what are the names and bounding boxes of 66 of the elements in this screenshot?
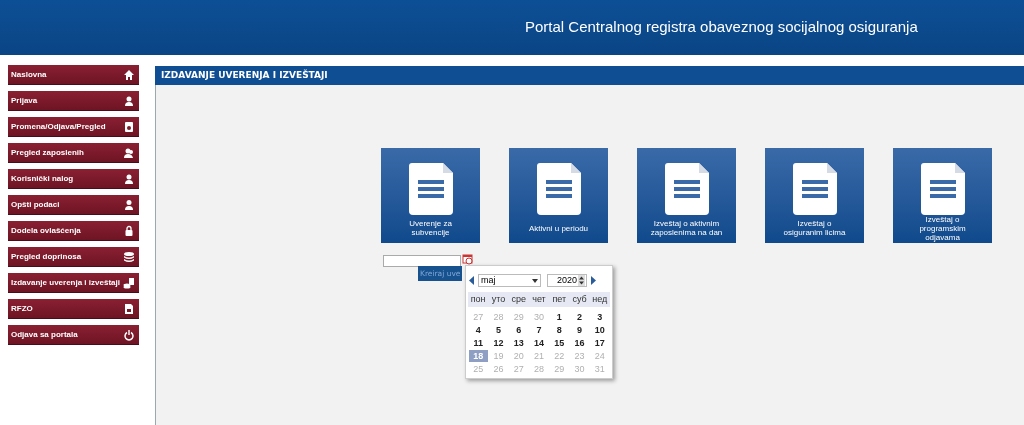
sidebar-item[interactable]: Promena/Odjava/Pregled: [8, 117, 139, 137]
tile-label: Izveštaj o aktivnim zaposlenima na dan: [649, 219, 724, 237]
calendar-day[interactable]: 3: [590, 311, 610, 323]
calendar-day: 30: [570, 363, 590, 375]
calendar-day: 30: [529, 311, 549, 323]
tile-label: Uverenje za subvencije: [408, 219, 453, 237]
calendar-day: 25: [468, 363, 488, 375]
calendar-day: 26: [488, 363, 508, 375]
calendar-day[interactable]: 11: [468, 337, 488, 349]
calendar-day[interactable]: 15: [549, 337, 569, 349]
sidebar-item[interactable]: Naslovna: [8, 65, 139, 85]
year-spinner[interactable]: 2020: [547, 274, 587, 287]
sidebar-item[interactable]: Pregled zaposlenih: [8, 143, 139, 163]
calendar-day: 29: [509, 311, 529, 323]
calendar-day[interactable]: 10: [590, 324, 610, 336]
weekday-label: суб: [571, 292, 588, 306]
calendar-day[interactable]: 13: [509, 337, 529, 349]
calendar-day[interactable]: 5: [488, 324, 508, 336]
calendar-day[interactable]: 2: [570, 311, 590, 323]
calendar-day: 27: [468, 311, 488, 323]
calendar-day[interactable]: 7: [529, 324, 549, 336]
weekday-label: уто: [490, 292, 507, 306]
sidebar-item[interactable]: Odjava sa portala: [8, 325, 139, 345]
weekday-label: пон: [469, 292, 487, 306]
calendar-day: 31: [590, 363, 610, 375]
weekday-label: нед: [591, 292, 609, 306]
sidebar-item[interactable]: RFZO: [8, 299, 139, 319]
sidebar-item[interactable]: Dodela ovlašćenja: [8, 221, 139, 241]
report-tile[interactable]: Uverenje za subvencije: [381, 148, 480, 243]
tile-label: Izveštaj o programskim odjavama: [918, 214, 967, 242]
month-dropdown[interactable]: maj: [478, 274, 541, 287]
weekday-label: чет: [531, 292, 547, 306]
sidebar-item[interactable]: Prijava: [8, 91, 139, 111]
report-tile[interactable]: Izveštaj o aktivnim zaposlenima na dan: [637, 148, 736, 243]
calendar-day[interactable]: 6: [509, 324, 529, 336]
calendar-day: 20: [509, 350, 529, 362]
sidebar-item[interactable]: Korisnički nalog: [8, 169, 139, 189]
calendar-day[interactable]: 9: [570, 324, 590, 336]
tile-label: Izveštaj o osiguranim licima: [782, 219, 847, 237]
calendar-day: 21: [529, 350, 549, 362]
sidebar-item[interactable]: Opšti podaci: [8, 195, 139, 215]
sidebar-item[interactable]: Pregled doprinosa: [8, 247, 139, 267]
calendar-day[interactable]: 4: [468, 324, 488, 336]
calendar-day[interactable]: 12: [488, 337, 508, 349]
calendar-day: 29: [549, 363, 569, 375]
calendar-day: 24: [590, 350, 610, 362]
calendar-day: 19: [488, 350, 508, 362]
weekday-label: пет: [551, 292, 568, 306]
sidebar-item[interactable]: Izdavanje uverenja i izveštaji: [8, 273, 139, 293]
calendar-day: 28: [488, 311, 508, 323]
calendar-day[interactable]: 1: [549, 311, 569, 323]
calendar-day[interactable]: 17: [590, 337, 610, 349]
report-tile[interactable]: Izveštaj o programskim odjavama: [893, 148, 992, 243]
tile-label: Aktivni u periodu: [528, 223, 589, 233]
calendar-day: 28: [529, 363, 549, 375]
report-tile[interactable]: Izveštaj o osiguranim licima: [765, 148, 864, 243]
calendar-day: 27: [509, 363, 529, 375]
calendar-day: 22: [549, 350, 569, 362]
calendar-day: 23: [570, 350, 590, 362]
calendar-day[interactable]: 8: [549, 324, 569, 336]
weekday-label: сре: [510, 292, 527, 306]
portal-title: Portal Centralnog registra obaveznog socijalnog osiguranja: [525, 17, 918, 38]
calendar-day[interactable]: 16: [570, 337, 590, 349]
calendar-day[interactable]: 14: [529, 337, 549, 349]
panel-title: IZDAVANJE UVERENJA I IZVEŠTAJI: [161, 68, 328, 82]
report-tile[interactable]: Aktivni u periodu: [509, 148, 608, 243]
